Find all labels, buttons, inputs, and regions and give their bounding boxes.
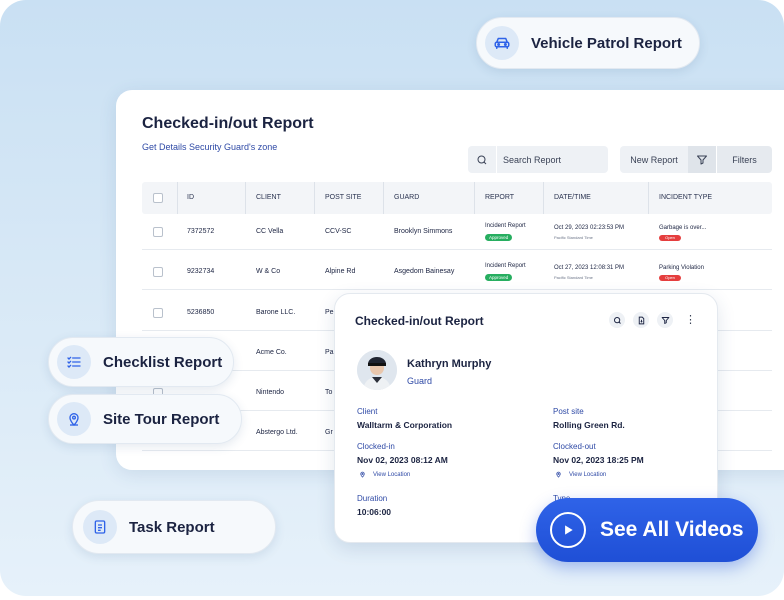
- row-client: W & Co: [256, 268, 281, 275]
- column-header-client[interactable]: CLIENT: [256, 182, 281, 214]
- row-incident-type: Garbage is over...: [659, 225, 707, 231]
- row-checkbox[interactable]: [153, 267, 163, 277]
- column-divider: [383, 182, 384, 214]
- location-pin-icon: [57, 402, 91, 436]
- report-title: Checked-in/out Report: [142, 115, 314, 132]
- export-document-icon[interactable]: [633, 312, 649, 328]
- search-icon: [468, 154, 496, 166]
- search-icon[interactable]: [609, 312, 625, 328]
- see-all-videos-button[interactable]: See All Videos: [536, 498, 758, 562]
- checklist-icon: [57, 345, 91, 379]
- checklist-report-label: Checklist Report: [103, 353, 223, 371]
- row-post-site: CCV-SC: [325, 228, 352, 235]
- view-location-label: View Location: [569, 471, 607, 478]
- table-header: ID CLIENT POST SITE GUARD REPORT DATE/TI…: [142, 182, 772, 214]
- post-site-label: Post site: [553, 407, 584, 416]
- row-post-site: Pe: [325, 309, 334, 316]
- row-timezone: Pacific Standard Time: [554, 275, 593, 280]
- guard-name: Kathryn Murphy: [407, 358, 492, 370]
- task-report-pill[interactable]: Task Report: [72, 500, 276, 554]
- duration-value: 10:06:00: [357, 507, 392, 517]
- task-report-label: Task Report: [129, 518, 215, 536]
- filter-icon[interactable]: [657, 312, 673, 328]
- row-post-site: Gr: [325, 429, 333, 436]
- row-id: 7372572: [187, 228, 215, 235]
- more-options-icon[interactable]: ⋮: [685, 312, 696, 328]
- avatar: [357, 350, 397, 390]
- checklist-report-pill[interactable]: Checklist Report: [48, 337, 234, 387]
- column-header-post-site[interactable]: POST SITE: [325, 182, 361, 214]
- site-tour-report-label: Site Tour Report: [103, 410, 220, 428]
- row-incident-type: Parking Violation: [659, 265, 704, 271]
- column-divider: [245, 182, 246, 214]
- row-report[interactable]: Incident Report: [485, 223, 526, 229]
- view-location-link[interactable]: View Location: [555, 471, 606, 478]
- clocked-in-value: Nov 02, 2023 08:12 AM: [357, 455, 448, 465]
- report-subtitle: Get Details Security Guard's zone: [142, 142, 278, 152]
- search-report-input[interactable]: Search Report: [468, 146, 608, 173]
- column-header-id[interactable]: ID: [187, 182, 194, 214]
- duration-label: Duration: [357, 494, 388, 503]
- status-badge-approved: Approved: [485, 274, 513, 281]
- column-header-guard[interactable]: GUARD: [394, 182, 419, 214]
- column-divider: [177, 182, 178, 214]
- status-badge-approved: Approved: [485, 234, 513, 241]
- car-icon: [485, 26, 519, 60]
- client-value: Walltarm & Corporation: [357, 420, 453, 430]
- row-client: Acme Co.: [256, 349, 287, 356]
- column-divider: [474, 182, 475, 214]
- select-all-checkbox[interactable]: [153, 193, 163, 203]
- clocked-out-label: Clocked-out: [553, 442, 596, 451]
- row-client: Barone LLC.: [256, 309, 296, 316]
- column-divider: [543, 182, 544, 214]
- filters-button[interactable]: Filters: [717, 146, 772, 173]
- guard-role: Guard: [407, 376, 433, 386]
- row-timezone: Pacific Standard Time: [554, 235, 593, 240]
- row-client: CC Vella: [256, 228, 284, 235]
- play-icon: [550, 512, 586, 548]
- column-divider: [314, 182, 315, 214]
- column-header-date-time[interactable]: DATE/TIME: [554, 182, 591, 214]
- view-location-link[interactable]: View Location: [359, 471, 410, 478]
- location-pin-icon: [360, 471, 365, 478]
- clocked-in-label: Clocked-in: [357, 442, 395, 451]
- row-id: 5236850: [187, 309, 215, 316]
- clocked-out-value: Nov 02, 2023 18:25 PM: [553, 455, 644, 465]
- row-guard: Brooklyn Simmons: [394, 228, 453, 235]
- column-header-report[interactable]: REPORT: [485, 182, 514, 214]
- row-post-site: Pa: [325, 349, 334, 356]
- row-client: Abstergo Ltd.: [256, 429, 298, 436]
- row-id: 9232734: [187, 268, 215, 275]
- view-location-label: View Location: [373, 471, 411, 478]
- detail-title: Checked-in/out Report: [355, 314, 484, 328]
- column-divider: [648, 182, 649, 214]
- search-placeholder: Search Report: [503, 154, 562, 165]
- search-divider: [496, 146, 497, 173]
- status-badge-open: Open: [659, 275, 681, 281]
- see-all-videos-label: See All Videos: [600, 518, 744, 541]
- client-label: Client: [357, 407, 378, 416]
- vehicle-patrol-report-pill[interactable]: Vehicle Patrol Report: [476, 17, 700, 69]
- row-post-site: To: [325, 389, 333, 396]
- table-row[interactable]: 7372572 CC Vella CCV-SC Brooklyn Simmons…: [142, 214, 772, 250]
- table-row[interactable]: 9232734 W & Co Alpine Rd Asgedom Bainesa…: [142, 254, 772, 290]
- location-pin-icon: [556, 471, 561, 478]
- filter-icon[interactable]: [688, 146, 716, 173]
- document-icon: [83, 510, 117, 544]
- row-client: Nintendo: [256, 389, 285, 396]
- row-checkbox[interactable]: [153, 308, 163, 318]
- row-report[interactable]: Incident Report: [485, 263, 526, 269]
- row-date: Oct 29, 2023 02:23:53 PM: [554, 225, 625, 231]
- vehicle-patrol-report-label: Vehicle Patrol Report: [531, 34, 682, 52]
- row-checkbox[interactable]: [153, 227, 163, 237]
- row-date: Oct 27, 2023 12:08:31 PM: [554, 265, 625, 271]
- row-guard: Asgedom Bainesay: [394, 268, 455, 275]
- post-site-value: Rolling Green Rd.: [553, 420, 625, 430]
- row-post-site: Alpine Rd: [325, 268, 356, 275]
- new-report-button[interactable]: New Report: [620, 146, 688, 173]
- status-badge-open: Open: [659, 235, 681, 241]
- site-tour-report-pill[interactable]: Site Tour Report: [48, 394, 242, 444]
- column-header-incident-type[interactable]: INCIDENT TYPE: [659, 182, 712, 214]
